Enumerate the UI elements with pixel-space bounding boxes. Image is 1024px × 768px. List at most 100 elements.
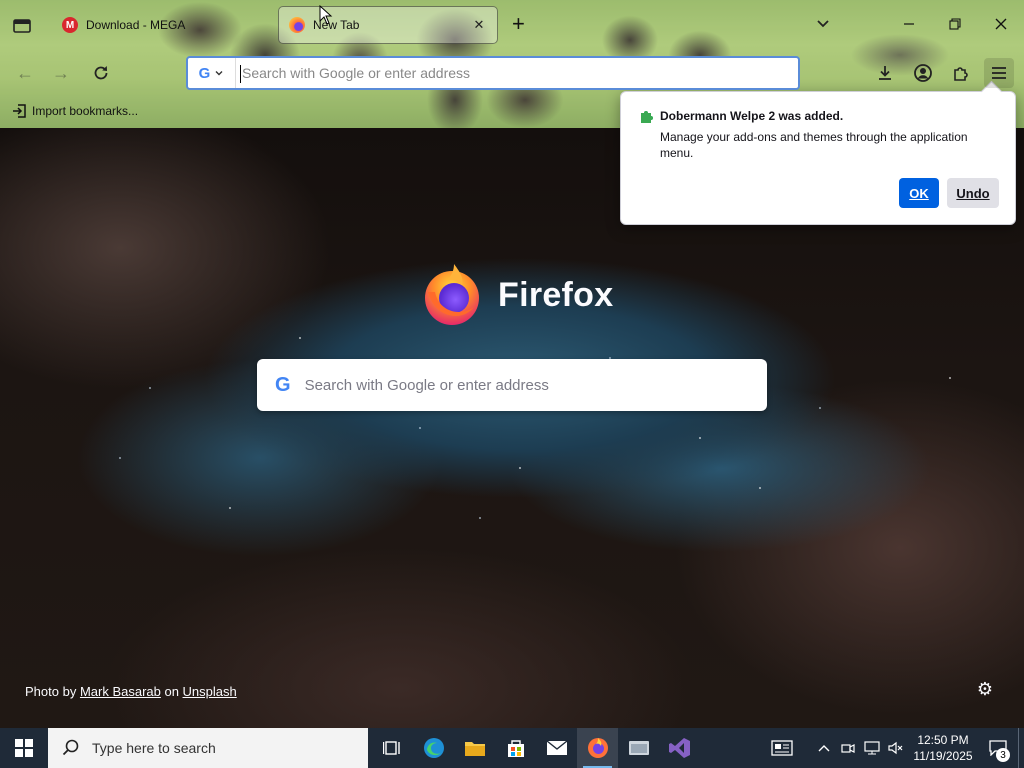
account-button[interactable]	[910, 60, 936, 86]
firefox-wordmark: Firefox	[498, 276, 614, 314]
extensions-button[interactable]	[948, 60, 974, 86]
app-menu-button[interactable]	[984, 58, 1014, 88]
windows-taskbar: Type here to search 12:50 PM 11/19/2025 …	[0, 728, 1024, 768]
gear-icon: ⚙	[976, 678, 994, 699]
undo-button[interactable]: Undo	[947, 178, 999, 208]
photo-author-link[interactable]: Mark Basarab	[80, 684, 161, 699]
taskbar-search-box[interactable]: Type here to search	[48, 728, 368, 768]
import-bookmarks-label: Import bookmarks...	[32, 104, 139, 118]
task-view-icon	[382, 741, 400, 755]
system-tray: 12:50 PM 11/19/2025 3	[762, 728, 1024, 768]
photo-credit: Photo by Mark Basarab on Unsplash	[25, 684, 237, 699]
taskbar-mail[interactable]	[536, 728, 577, 768]
news-widget-button[interactable]	[762, 728, 802, 768]
close-icon	[995, 18, 1007, 30]
firefox-view-icon	[13, 19, 31, 33]
notification-message: Manage your add-ons and themes through t…	[660, 130, 968, 160]
store-icon	[507, 740, 524, 757]
mouse-cursor-icon	[319, 5, 333, 25]
network-icon	[864, 741, 880, 755]
firefox-icon	[587, 738, 608, 758]
new-tab-button[interactable]: +	[512, 13, 525, 35]
taskbar-app-window[interactable]	[618, 728, 659, 768]
app-window-icon	[628, 741, 649, 755]
meet-now-button[interactable]	[836, 728, 860, 768]
edge-icon	[423, 738, 444, 758]
taskbar-edge[interactable]	[413, 728, 454, 768]
chevron-down-icon	[215, 71, 223, 76]
folder-icon	[464, 742, 485, 756]
reload-button[interactable]	[88, 60, 114, 86]
show-desktop-button[interactable]	[1018, 728, 1024, 768]
tab-label: New Tab	[313, 18, 360, 32]
taskbar-store[interactable]	[495, 728, 536, 768]
restore-icon	[949, 18, 961, 30]
puzzle-piece-icon	[954, 67, 968, 81]
back-arrow-icon: ←	[16, 62, 34, 83]
action-center-button[interactable]: 3	[978, 728, 1018, 768]
reload-icon	[94, 66, 108, 80]
forward-arrow-icon: →	[52, 62, 70, 83]
text-caret	[240, 65, 241, 83]
taskbar-file-explorer[interactable]	[454, 728, 495, 768]
restore-button[interactable]	[944, 12, 966, 36]
network-button[interactable]	[860, 728, 884, 768]
newtab-search-placeholder: Search with Google or enter address	[304, 376, 549, 394]
close-window-button[interactable]	[990, 12, 1012, 36]
taskbar-visual-studio[interactable]	[659, 728, 700, 768]
news-icon	[771, 740, 793, 756]
minimize-button[interactable]	[898, 12, 920, 36]
taskbar-search-placeholder: Type here to search	[92, 740, 216, 756]
back-button[interactable]: ←	[12, 60, 38, 86]
downloads-button[interactable]	[872, 60, 898, 86]
task-view-button[interactable]	[372, 728, 413, 768]
account-icon	[914, 64, 932, 82]
volume-button[interactable]	[884, 728, 908, 768]
list-all-tabs-button[interactable]	[814, 14, 832, 37]
import-bookmarks-button[interactable]: Import bookmarks...	[12, 104, 138, 118]
download-icon	[879, 66, 891, 80]
camera-icon	[841, 744, 855, 753]
chevron-down-icon	[817, 20, 829, 28]
firefox-icon	[289, 17, 305, 33]
photo-credit-prefix: Photo by	[25, 684, 80, 699]
google-icon: G	[198, 64, 211, 82]
tab-bar: M Download - MEGA New Tab ✕ +	[0, 0, 1024, 50]
newtab-search-box[interactable]: G Search with Google or enter address	[257, 359, 767, 411]
import-icon	[13, 104, 26, 118]
mail-icon	[546, 740, 567, 755]
tab-download-mega[interactable]: M Download - MEGA	[52, 6, 274, 44]
minimize-icon	[904, 23, 914, 25]
unsplash-link[interactable]: Unsplash	[183, 684, 237, 699]
bookmarks-toolbar: Import bookmarks...	[0, 98, 1024, 124]
clock-time: 12:50 PM	[917, 733, 969, 747]
windows-logo-icon	[15, 739, 33, 757]
taskbar-firefox[interactable]	[577, 728, 618, 768]
chevron-up-icon	[818, 745, 830, 752]
search-engine-selector[interactable]: G	[188, 58, 236, 88]
system-clock[interactable]: 12:50 PM 11/19/2025	[908, 732, 978, 764]
clock-date: 11/19/2025	[913, 749, 973, 763]
photo-credit-on: on	[160, 684, 183, 699]
url-input[interactable]	[236, 58, 798, 88]
ok-button[interactable]: OK	[899, 178, 939, 208]
hamburger-menu-icon	[992, 67, 1006, 79]
start-button[interactable]	[0, 728, 48, 768]
close-tab-icon[interactable]: ✕	[471, 17, 487, 33]
google-icon: G	[275, 373, 291, 396]
mega-icon: M	[62, 17, 78, 33]
browser-toolbar-area: M Download - MEGA New Tab ✕ + ← → G Sear…	[0, 0, 1024, 128]
visual-studio-icon	[668, 738, 690, 758]
navigation-bar: ← → G	[0, 52, 1024, 94]
volume-muted-icon	[888, 741, 903, 755]
show-hidden-icons-button[interactable]	[812, 728, 836, 768]
customize-button[interactable]: ⚙	[974, 678, 996, 700]
firefox-view-button[interactable]	[10, 14, 34, 36]
tab-new-tab[interactable]: New Tab ✕	[278, 6, 498, 44]
notification-count-badge: 3	[996, 748, 1010, 762]
forward-button[interactable]: →	[48, 60, 74, 86]
search-icon	[62, 739, 79, 756]
address-bar[interactable]: G	[186, 56, 800, 90]
tab-label: Download - MEGA	[86, 18, 186, 32]
firefox-logo-icon	[425, 264, 479, 325]
